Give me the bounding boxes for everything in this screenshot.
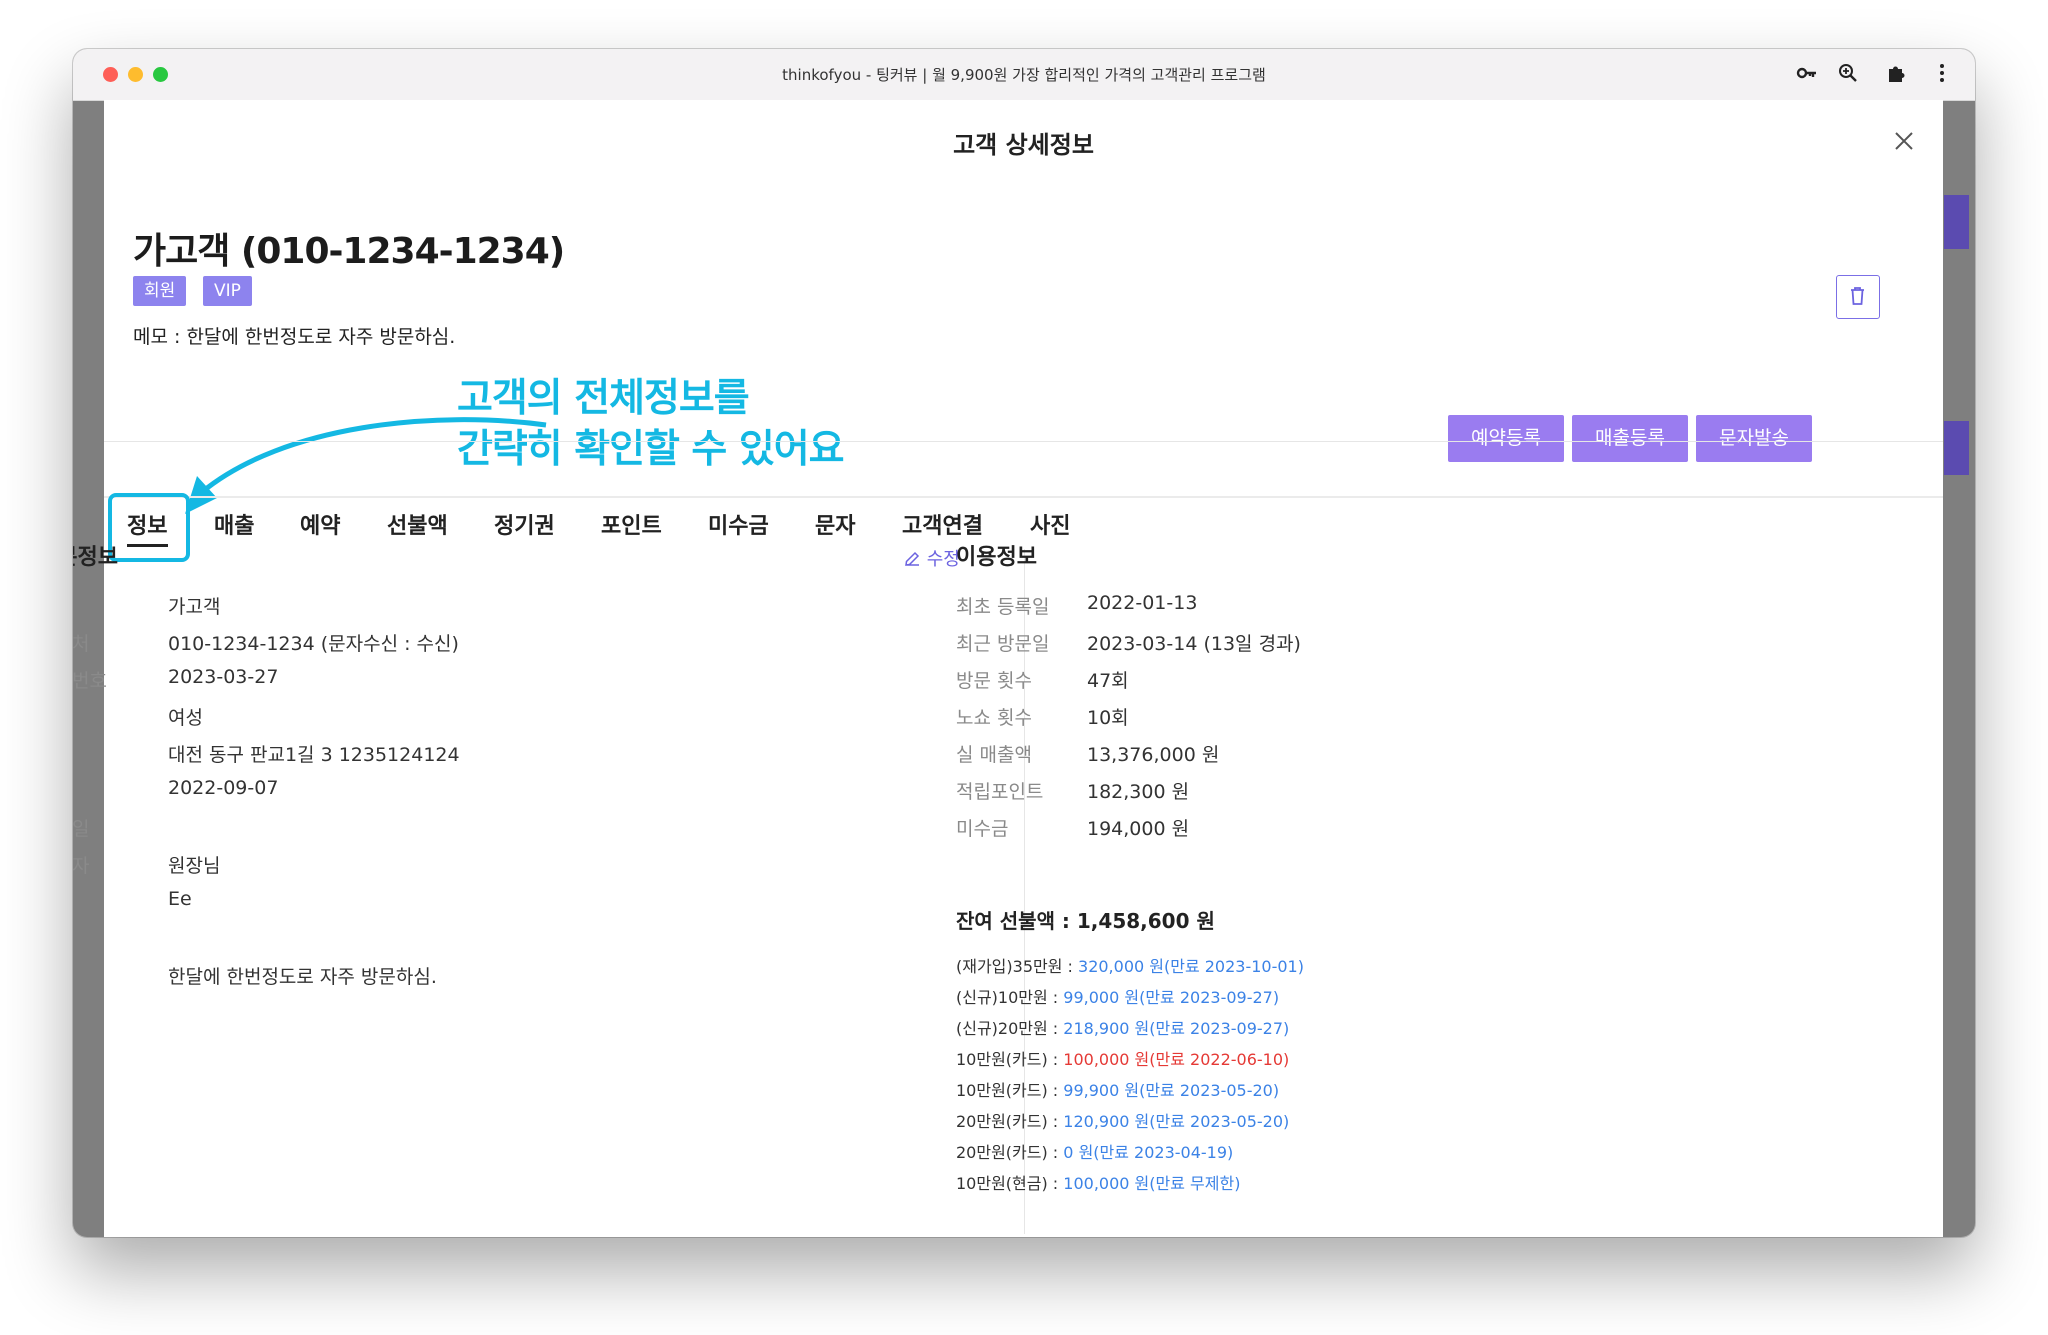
field-label-points: 적립포인트 [956, 781, 1044, 803]
tab-points[interactable]: 포인트 [601, 508, 662, 540]
annotation-callout: 고객의 전체정보를 간략히 확인할 수 있어요 [457, 373, 845, 475]
field-label-net-sales: 실 매출액 [956, 744, 1032, 766]
field-label-last-visit: 최근 방문일 [956, 633, 1050, 655]
prepaid-item-amount: 120,900 원(만료 2023-05-20) [1063, 1112, 1290, 1131]
close-icon[interactable] [1893, 130, 1915, 152]
field-value-grade: Ee [168, 888, 192, 910]
prepaid-item-name: 10만원(카드) : [956, 1081, 1059, 1100]
field-value-points: 182,300 원 [1087, 781, 1190, 803]
edit-label: 수정 [926, 549, 960, 570]
prepaid-item-name: (재가입)35만원 : [956, 957, 1073, 976]
customer-heading: 가고객 (010-1234-1234) [133, 231, 565, 272]
member-badge: 회원 [133, 276, 187, 306]
customer-memo: 메모 : 한달에 한번정도로 자주 방문하심. [133, 326, 456, 348]
title-bar: thinkofyou - 팅커뷰 | 월 9,900원 가장 합리적인 가격의 … [73, 49, 1975, 101]
field-value-unpaid: 194,000 원 [1087, 818, 1190, 840]
field-value-memo: 한달에 한번정도로 자주 방문하심. [168, 966, 437, 988]
field-value-manager: 원장님 [168, 855, 221, 877]
prepaid-item: 10만원(카드) : 100,000 원(만료 2022-06-10) [956, 1046, 1289, 1070]
field-label-visit-count: 방문 횟수 [956, 670, 1032, 692]
field-value-net-sales: 13,376,000 원 [1087, 744, 1220, 766]
field-label-customer-number: 고객번호 [73, 670, 107, 692]
prepaid-item: 20만원(카드) : 120,900 원(만료 2023-05-20) [956, 1108, 1289, 1132]
prepaid-item: 10만원(현금) : 100,000 원(만료 무제한) [956, 1170, 1240, 1194]
more-menu-icon[interactable] [1930, 62, 1954, 86]
basic-info-title: 기본정보 [73, 545, 118, 570]
trash-icon [1851, 287, 1864, 305]
tabs-bottom-border [104, 496, 1943, 498]
field-value-birthday: 2022-09-07 [168, 777, 279, 799]
field-label-noshow-count: 노쇼 횟수 [956, 707, 1032, 729]
field-value-gender: 여성 [168, 707, 203, 729]
prepaid-item-amount: 100,000 원(만료 무제한) [1063, 1174, 1241, 1193]
prepaid-item-amount: 99,000 원(만료 2023-09-27) [1063, 988, 1280, 1007]
prepaid-item: (재가입)35만원 : 320,000 원(만료 2023-10-01) [956, 953, 1304, 977]
field-value-phone: 010-1234-1234 (문자수신 : 수신) [168, 633, 459, 655]
prepaid-item-amount: 0 원(만료 2023-04-19) [1063, 1143, 1234, 1162]
field-value-last-visit: 2023-03-14 (13일 경과) [1087, 633, 1301, 655]
vip-badge: VIP [203, 276, 252, 306]
prepaid-item: 10만원(카드) : 99,900 원(만료 2023-05-20) [956, 1077, 1279, 1101]
tab-reservation[interactable]: 예약 [300, 508, 340, 540]
prepaid-item-name: 20만원(카드) : [956, 1143, 1059, 1162]
prepaid-item: 20만원(카드) : 0 원(만료 2023-04-19) [956, 1139, 1233, 1163]
pencil-icon [905, 551, 920, 566]
reservation-register-button[interactable]: 예약등록 [1448, 415, 1564, 462]
prepaid-item-amount: 320,000 원(만료 2023-10-01) [1078, 957, 1304, 976]
window-title: thinkofyou - 팅커뷰 | 월 9,900원 가장 합리적인 가격의 … [782, 66, 1266, 84]
browser-window: thinkofyou - 팅커뷰 | 월 9,900원 가장 합리적인 가격의 … [73, 49, 1975, 1237]
field-label-manager: 담당자 [73, 855, 90, 877]
edit-basic-info-button[interactable]: 수정 [903, 545, 960, 571]
field-label-phone: 연락처 [73, 633, 90, 655]
tab-photos[interactable]: 사진 [1030, 508, 1070, 540]
prepaid-item-name: (신규)20만원 : [956, 1019, 1059, 1038]
modal-title: 고객 상세정보 [953, 131, 1094, 159]
tab-sales[interactable]: 매출 [214, 508, 254, 540]
field-label-email: 이메일 [73, 818, 90, 840]
tab-highlight-box [108, 493, 190, 562]
prepaid-item-name: (신규)10만원 : [956, 988, 1059, 1007]
tab-prepaid[interactable]: 선불액 [387, 508, 448, 540]
field-value-address: 대전 동구 판교1길 3 1235124124 [168, 744, 460, 766]
field-label-first-registered: 최초 등록일 [956, 596, 1050, 618]
key-icon[interactable] [1795, 62, 1819, 86]
tab-customer-link[interactable]: 고객연결 [902, 508, 983, 540]
send-sms-button[interactable]: 문자발송 [1696, 415, 1812, 462]
prepaid-item: (신규)20만원 : 218,900 원(만료 2023-09-27) [956, 1015, 1289, 1039]
field-value-customer-number: 2023-03-27 [168, 666, 279, 688]
prepaid-item-amount-expired: 100,000 원(만료 2022-06-10) [1063, 1050, 1290, 1069]
background-page-button [1944, 195, 1969, 249]
field-value-first-registered: 2022-01-13 [1087, 592, 1198, 614]
usage-info-title: 이용정보 [956, 545, 1037, 570]
prepaid-item-name: 10만원(카드) : [956, 1050, 1059, 1069]
customer-detail-modal: 고객 상세정보 가고객 (010-1234-1234) 회원 VIP 메모 : … [73, 100, 1943, 1237]
annotation-line-2: 간략히 확인할 수 있어요 [457, 427, 845, 472]
tab-pass[interactable]: 정기권 [494, 508, 555, 540]
sales-register-button[interactable]: 매출등록 [1572, 415, 1688, 462]
prepaid-item-name: 10만원(현금) : [956, 1174, 1059, 1193]
tab-messages[interactable]: 문자 [815, 508, 855, 540]
prepaid-item: (신규)10만원 : 99,000 원(만료 2023-09-27) [956, 984, 1279, 1008]
extensions-icon[interactable] [1884, 62, 1908, 86]
zoom-icon[interactable] [1836, 62, 1860, 86]
background-page-button [1944, 421, 1969, 475]
tabs-top-border [104, 441, 1943, 442]
prepaid-item-amount: 218,900 원(만료 2023-09-27) [1063, 1019, 1290, 1038]
field-value-visit-count: 47회 [1087, 670, 1129, 692]
field-label-unpaid: 미수금 [956, 818, 1009, 840]
prepaid-item-name: 20만원(카드) : [956, 1112, 1059, 1131]
annotation-line-1: 고객의 전체정보를 [457, 376, 750, 421]
field-value-name: 가고객 [168, 596, 221, 618]
prepaid-balance-title: 잔여 선불액 : 1,458,600 원 [956, 909, 1215, 933]
field-value-noshow-count: 10회 [1087, 707, 1129, 729]
tab-unpaid[interactable]: 미수금 [708, 508, 769, 540]
delete-customer-button[interactable] [1836, 275, 1880, 319]
prepaid-item-amount: 99,900 원(만료 2023-05-20) [1063, 1081, 1280, 1100]
